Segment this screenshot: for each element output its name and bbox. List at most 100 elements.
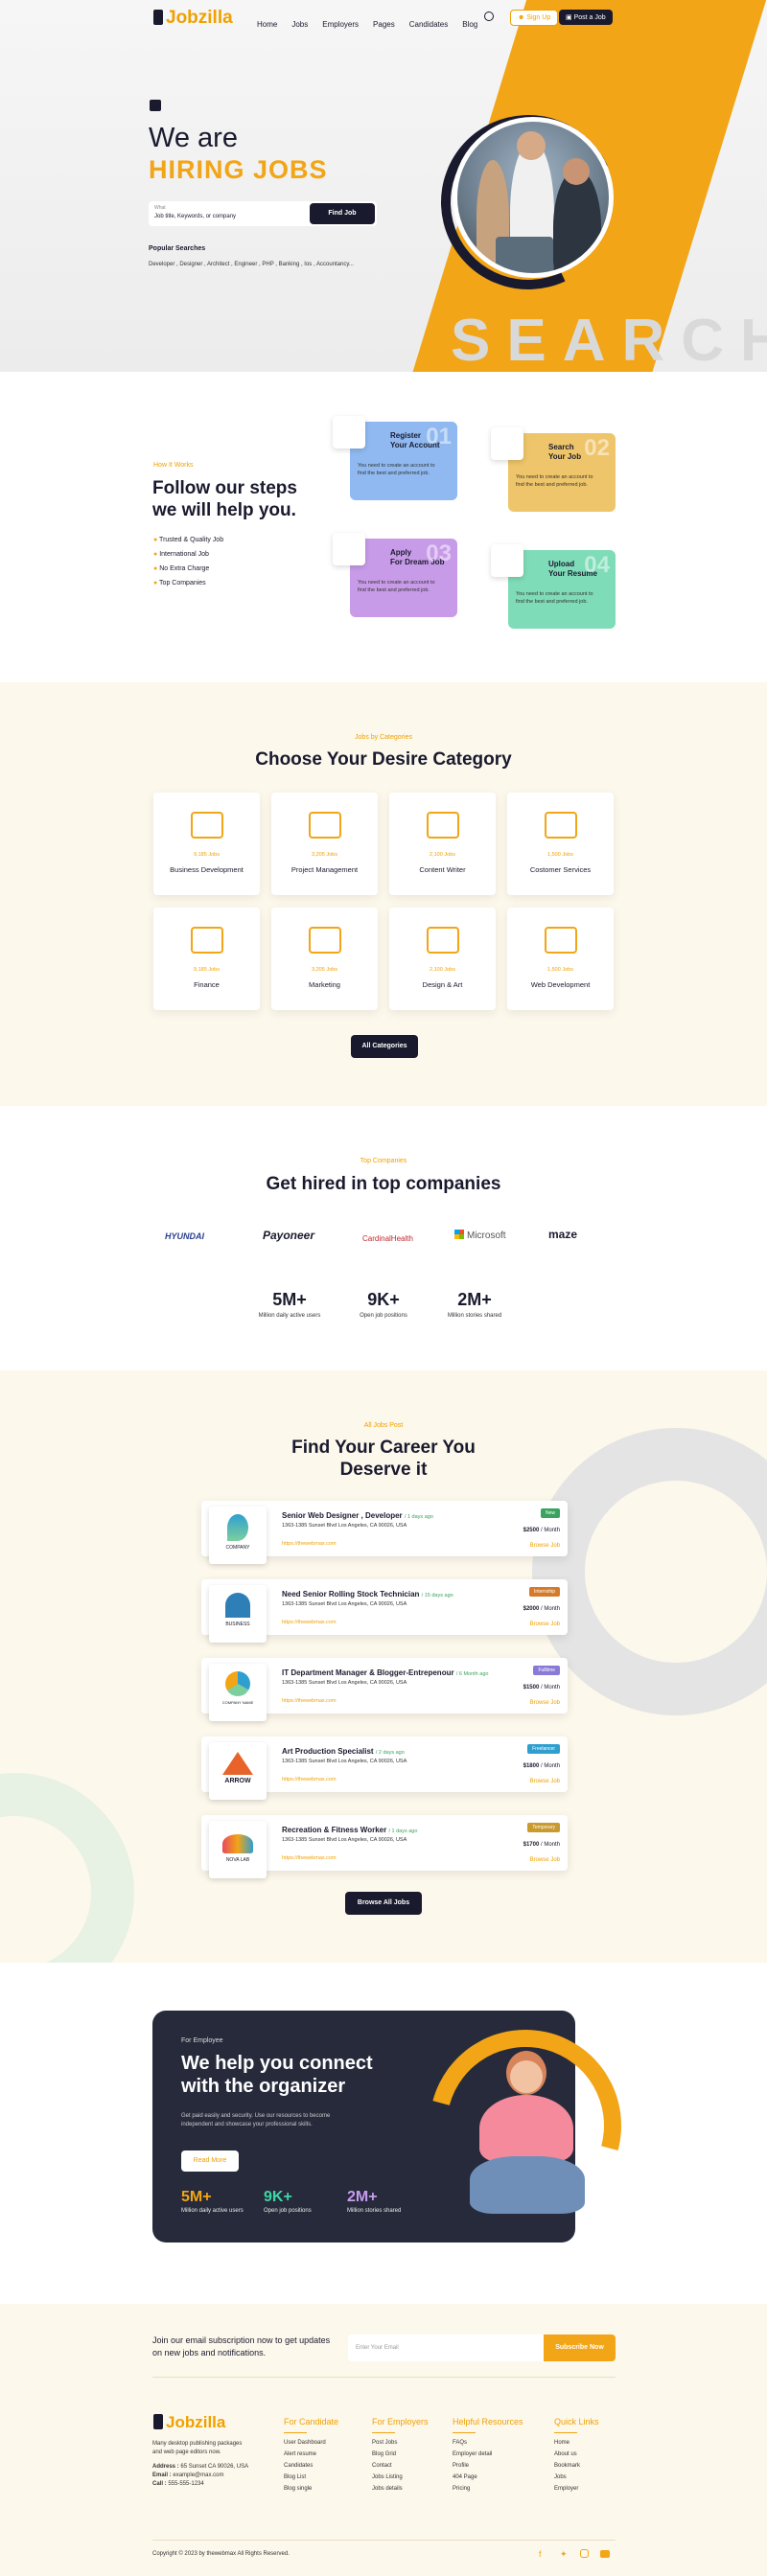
job-title[interactable]: Art Production Specialist — [282, 1747, 374, 1756]
company-logo: BUSINESS — [209, 1585, 267, 1643]
footer-link[interactable]: Jobs details — [372, 2483, 429, 2495]
job-listing[interactable]: ARROW Art Production Specialist / 2 days… — [201, 1736, 568, 1800]
all-categories-button[interactable]: All Categories — [351, 1035, 418, 1058]
web-dev-icon — [544, 927, 577, 954]
instagram-icon[interactable] — [580, 2549, 589, 2558]
job-title[interactable]: Need Senior Rolling Stock Technician — [282, 1590, 419, 1598]
nav-pages[interactable]: Pages — [373, 20, 395, 29]
footer-col-candidate: For Candidate User Dashboard Alert resume… — [284, 2417, 338, 2495]
upload-resume-icon — [491, 544, 523, 577]
subscribe-button[interactable]: Subscribe Now — [544, 2334, 616, 2361]
browse-job-link[interactable]: Browse Job — [530, 1622, 560, 1627]
company-logo: ARROW — [209, 1742, 267, 1800]
hero-line1: We are — [149, 123, 238, 153]
hero-team-photo — [453, 117, 614, 278]
footer-link[interactable]: 404 Page — [453, 2472, 523, 2483]
job-listing[interactable]: NOVA LAB Recreation & Fitness Worker / 1… — [201, 1815, 568, 1878]
find-job-button[interactable]: Find Job — [310, 203, 375, 224]
category-card[interactable]: 1,500 Jobs Web Development — [507, 908, 614, 1010]
category-card[interactable]: 1,500 Jobs Costomer Services — [507, 793, 614, 895]
browse-job-link[interactable]: Browse Job — [530, 1700, 560, 1706]
microsoft-logo-icon — [454, 1230, 464, 1239]
logo[interactable]: Jobzilla — [153, 8, 233, 29]
footer-link[interactable]: Employer detail — [453, 2449, 523, 2460]
job-listing[interactable]: COMPANY NAME IT Department Manager & Blo… — [201, 1658, 568, 1721]
employee-title-1: We help you connect — [181, 2053, 373, 2074]
job-title[interactable]: Senior Web Designer , Developer — [282, 1511, 403, 1520]
footer-link[interactable]: Jobs Listing — [372, 2472, 429, 2483]
footer-link[interactable]: Employer — [554, 2483, 599, 2495]
footer-logo[interactable]: Jobzilla — [153, 2413, 225, 2432]
companies-eyebrow: Top Companies — [360, 1158, 407, 1164]
footer-link[interactable]: Candidates — [284, 2460, 338, 2472]
category-card[interactable]: 2,100 Jobs Design & Art — [389, 908, 496, 1010]
companies-title: Get hired in top companies — [266, 1174, 501, 1194]
bullet-item: ● Trusted & Quality Job — [153, 537, 224, 543]
sign-up-button[interactable]: ☻ Sign Up — [510, 10, 559, 26]
category-card[interactable]: 9,185 Jobs Business Development — [153, 793, 260, 895]
company-logo-payoneer[interactable]: Payoneer — [263, 1229, 314, 1242]
hero-search-box: What Job title, Keywords, or company Fin… — [149, 201, 377, 226]
footer-link[interactable]: Blog single — [284, 2483, 338, 2495]
employee-desc-1: Get paid easily and security. Use our re… — [181, 2113, 331, 2119]
footer-link[interactable]: Jobs — [554, 2472, 599, 2483]
job-listing[interactable]: BUSINESS Need Senior Rolling Stock Techn… — [201, 1579, 568, 1643]
logo-icon — [153, 10, 163, 25]
hero-section: SEARCH — [0, 0, 767, 372]
company-logo: NOVA LAB — [209, 1821, 267, 1878]
footer-link[interactable]: Pricing — [453, 2483, 523, 2495]
footer-link[interactable]: Contact — [372, 2460, 429, 2472]
user-icon: ☻ — [518, 14, 527, 21]
footer-link[interactable]: Bookmark — [554, 2460, 599, 2472]
footer-link[interactable]: Alert resume — [284, 2449, 338, 2460]
youtube-icon[interactable] — [600, 2550, 610, 2558]
nav-candidates[interactable]: Candidates — [409, 20, 448, 29]
nav-jobs[interactable]: Jobs — [291, 20, 308, 29]
logo-icon — [153, 2414, 163, 2429]
category-card[interactable]: 2,100 Jobs Content Writer — [389, 793, 496, 895]
step-card-4: 04 Upload Your Resume You need to create … — [491, 544, 616, 629]
footer-about: Many desktop publishing packages and web … — [152, 2441, 249, 2487]
browse-all-jobs-button[interactable]: Browse All Jobs — [345, 1892, 422, 1915]
post-job-button[interactable]: ▣ Post a Job — [559, 10, 613, 25]
footer-link[interactable]: User Dashboard — [284, 2437, 338, 2449]
footer-link[interactable]: Home — [554, 2437, 599, 2449]
employee-stat-stories: 2M+ Million stories shared — [347, 2189, 402, 2214]
nav-employers[interactable]: Employers — [322, 20, 359, 29]
nav-home[interactable]: Home — [257, 20, 277, 29]
newsletter-text-2: on new jobs and notifications. — [152, 2348, 267, 2358]
browse-job-link[interactable]: Browse Job — [530, 1857, 560, 1863]
search-input[interactable]: Job title, Keywords, or company — [154, 214, 236, 219]
nav-blog[interactable]: Blog — [462, 20, 477, 29]
footer-link[interactable]: Post Jobs — [372, 2437, 429, 2449]
company-logo-maze[interactable]: maze — [548, 1228, 577, 1241]
facebook-icon[interactable]: f — [539, 2549, 542, 2559]
twitter-icon[interactable]: ✦ — [560, 2549, 568, 2560]
job-listing[interactable]: COMPANY Senior Web Designer , Developer … — [201, 1501, 568, 1564]
how-bullets: ● Trusted & Quality Job ● International … — [153, 537, 223, 594]
company-logo-cardinal[interactable]: CardinalHealth — [362, 1234, 413, 1243]
job-title[interactable]: IT Department Manager & Blogger-Entrepen… — [282, 1668, 454, 1677]
footer-link[interactable]: Profile — [453, 2460, 523, 2472]
search-label: What — [154, 205, 166, 211]
marketing-icon — [308, 927, 341, 954]
read-more-button[interactable]: Read More — [181, 2150, 239, 2172]
category-card[interactable]: 9,185 Jobs Finance — [153, 908, 260, 1010]
browse-job-link[interactable]: Browse Job — [530, 1543, 560, 1549]
category-card[interactable]: 3,205 Jobs Project Management — [271, 793, 378, 895]
how-title-1: Follow our steps — [152, 478, 297, 498]
browse-job-link[interactable]: Browse Job — [530, 1779, 560, 1784]
company-logo-microsoft[interactable]: Microsoft — [467, 1230, 506, 1241]
footer-link[interactable]: Blog Grid — [372, 2449, 429, 2460]
job-title[interactable]: Recreation & Fitness Worker — [282, 1826, 386, 1834]
category-card[interactable]: 3,205 Jobs Marketing — [271, 908, 378, 1010]
footer-link[interactable]: Blog List — [284, 2472, 338, 2483]
footer-link[interactable]: About us — [554, 2449, 599, 2460]
newsletter-email-input[interactable]: Enter Your Email — [348, 2334, 544, 2361]
footer-col-employers: For Employers Post Jobs Blog Grid Contact J… — [372, 2417, 429, 2495]
company-logo-hyundai[interactable]: HYUNDAI — [165, 1231, 204, 1241]
footer-link[interactable]: FAQs — [453, 2437, 523, 2449]
search-icon[interactable] — [484, 12, 494, 21]
finance-icon — [190, 927, 223, 954]
employee-stat-jobs: 9K+ Open job positions — [264, 2189, 312, 2214]
